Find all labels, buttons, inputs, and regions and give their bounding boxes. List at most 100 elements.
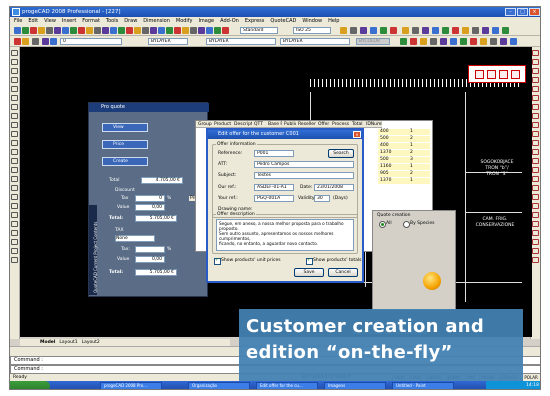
toolbar-icon[interactable] [370, 27, 377, 34]
view-tool-icon[interactable] [460, 38, 467, 45]
modify-tool-icon[interactable] [532, 257, 539, 263]
layer-tool-icon[interactable] [42, 38, 49, 45]
grid-column-header[interactable]: IDNumb [364, 121, 382, 127]
toolbar-icon[interactable] [166, 27, 173, 34]
toolbar-icon[interactable] [350, 27, 357, 34]
toolbar-icon[interactable] [118, 27, 125, 34]
view-tool-icon[interactable] [440, 38, 447, 45]
show-unit-prices-checkbox[interactable]: Show products' unit prices [214, 257, 281, 265]
menu-item[interactable]: Draw [124, 17, 137, 25]
grid-column-header[interactable]: QTT [252, 121, 266, 127]
taskbar-item[interactable]: Edit offer for the cu... [256, 382, 318, 389]
save-button[interactable]: Save [294, 268, 324, 277]
layer-tool-icon[interactable] [22, 38, 29, 45]
menu-item[interactable]: View [44, 17, 56, 25]
toolbar-icon[interactable] [182, 27, 189, 34]
draw-tool-icon[interactable] [11, 140, 18, 146]
toolbar-icon[interactable] [14, 27, 21, 34]
toolbar-icon[interactable] [110, 27, 117, 34]
layout-tab[interactable]: Model [40, 340, 55, 345]
toolbar-icon[interactable] [70, 27, 77, 34]
toolbar-icon[interactable] [102, 27, 109, 34]
taskbar-item[interactable]: Organização [188, 382, 250, 389]
search-button[interactable]: Search [328, 149, 354, 158]
discount-value-input[interactable]: 0,00 [135, 204, 165, 211]
toolbar-icon[interactable] [94, 27, 101, 34]
plotstyle-combo[interactable]: BYCOLOR [356, 38, 390, 45]
date-input[interactable]: 23/01/2008 [314, 184, 354, 191]
toolbar-icon[interactable] [206, 27, 213, 34]
show-totals-checkbox[interactable]: Show products' totals [306, 257, 362, 265]
toolbar-icon[interactable] [340, 27, 347, 34]
grid-column-header[interactable]: Reseller [296, 121, 316, 127]
view-tool-icon[interactable] [500, 38, 507, 45]
draw-tool-icon[interactable] [11, 185, 18, 191]
view-tool-icon[interactable] [510, 38, 517, 45]
color-bylayer-combo[interactable]: BYLAYER [148, 38, 188, 45]
linetype-combo[interactable]: BYLAYER [206, 38, 276, 45]
modify-tool-icon[interactable] [532, 158, 539, 164]
toolbar-icon[interactable] [150, 27, 157, 34]
toolbar-icon[interactable] [62, 27, 69, 34]
toolbar-icon[interactable] [422, 27, 429, 34]
grid-column-header[interactable]: Product [212, 121, 232, 127]
draw-tool-icon[interactable] [11, 230, 18, 236]
modify-tool-icon[interactable] [532, 68, 539, 74]
all-radio[interactable]: All [379, 221, 392, 228]
menu-item[interactable]: Insert [62, 17, 76, 25]
view-tool-icon[interactable] [490, 38, 497, 45]
draw-tool-icon[interactable] [11, 77, 18, 83]
draw-tool-icon[interactable] [11, 248, 18, 254]
modify-tool-icon[interactable] [532, 221, 539, 227]
toolbar-icon[interactable] [78, 27, 85, 34]
your-ref-input[interactable]: PGQ-001A [254, 195, 294, 202]
draw-tool-icon[interactable] [11, 176, 18, 182]
toolbar-icon[interactable] [412, 27, 419, 34]
taskbar-item[interactable]: progeCAD 2008 Pro... [100, 382, 162, 389]
by-species-radio[interactable]: By Species [403, 221, 435, 228]
draw-tool-icon[interactable] [11, 167, 18, 173]
reference-input[interactable]: P001 [254, 150, 294, 157]
layer-tool-icon[interactable] [50, 38, 57, 45]
tax-select[interactable]: None [115, 235, 155, 242]
view-tool-icon[interactable] [420, 38, 427, 45]
discount-percent-input[interactable]: 0 [135, 195, 165, 202]
menu-item[interactable]: QuoteCAD [270, 17, 296, 25]
dim-style-combo[interactable]: ISO 25 [293, 27, 331, 34]
toolbar-icon[interactable] [482, 27, 489, 34]
draw-tool-icon[interactable] [11, 257, 18, 263]
grid-column-header[interactable]: Process [330, 121, 350, 127]
minimize-button[interactable]: – [505, 8, 516, 16]
view-tool-icon[interactable] [470, 38, 477, 45]
table-row[interactable]: 1370 1 [378, 178, 430, 184]
taskbar-item[interactable]: Imagens [324, 382, 386, 389]
draw-tool-icon[interactable] [11, 158, 18, 164]
close-button[interactable]: × [529, 8, 540, 16]
price-button[interactable]: Price [102, 140, 148, 149]
tool-icon[interactable] [499, 70, 508, 79]
table-row[interactable]: 500 2 [378, 136, 430, 142]
table-row[interactable]: 400 1 [378, 143, 430, 149]
toolbar-icon[interactable] [390, 27, 397, 34]
menu-item[interactable]: Window [302, 17, 322, 25]
layer-tool-icon[interactable] [14, 38, 21, 45]
draw-tool-icon[interactable] [11, 59, 18, 65]
toolbar-icon[interactable] [22, 27, 29, 34]
view-tool-icon[interactable] [430, 38, 437, 45]
view-button[interactable]: View [102, 123, 148, 132]
toolbar-icon[interactable] [190, 27, 197, 34]
view-tool-icon[interactable] [450, 38, 457, 45]
menu-item[interactable]: Express [245, 17, 265, 25]
table-row[interactable]: 1160 1 [378, 164, 430, 170]
modify-tool-icon[interactable] [532, 248, 539, 254]
draw-tool-icon[interactable] [11, 221, 18, 227]
toolbar-icon[interactable] [360, 27, 367, 34]
grid-column-header[interactable]: Group [196, 121, 212, 127]
toolbar-icon[interactable] [442, 27, 449, 34]
toolbar-icon[interactable] [380, 27, 387, 34]
text-style-combo[interactable]: Standard [240, 27, 278, 34]
toolbar-icon[interactable] [142, 27, 149, 34]
toolbar-icon[interactable] [502, 27, 509, 34]
toolbar-icon[interactable] [222, 27, 229, 34]
create-button[interactable]: Create [102, 157, 148, 166]
